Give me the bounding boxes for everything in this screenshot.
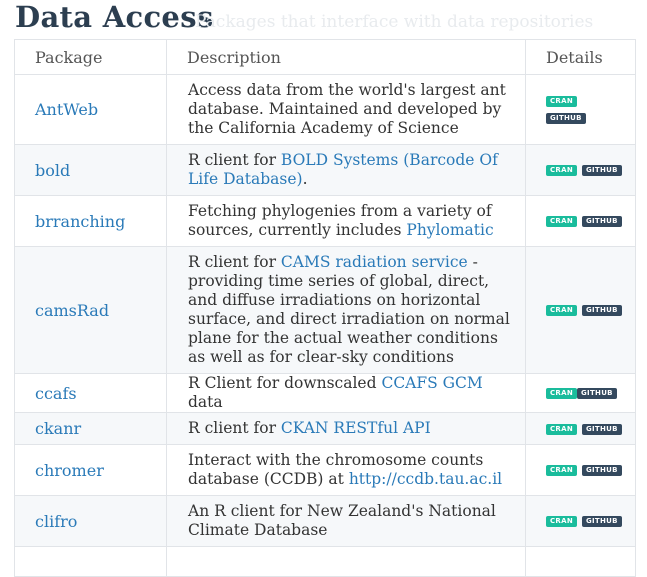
package-link[interactable]: ccafs (14, 373, 167, 413)
description-text: R Client for downscaled (188, 374, 382, 392)
github-badge[interactable]: GITHUB (581, 465, 622, 476)
table-row: brranching Fetching phylogenies from a v… (14, 195, 636, 247)
details-cell: CRAN GITHUB (525, 444, 636, 496)
github-badge[interactable]: GITHUB (581, 305, 622, 316)
page-title: Data Access (15, 0, 214, 34)
details-cell: CRAN GITHUB (525, 373, 636, 413)
package-description: R client for CAMS radiation service - pr… (166, 246, 526, 374)
page-subtitle: Packages that interface with data reposi… (195, 12, 594, 32)
table-row: camsRad R client for CAMS radiation serv… (14, 246, 636, 374)
table-row: bold R client for BOLD Systems (Barcode … (14, 144, 636, 196)
description-link[interactable]: CCAFS GCM (381, 374, 482, 392)
details-cell: CRAN GITHUB (525, 246, 636, 374)
description-link[interactable]: CAMS radiation service (281, 253, 468, 271)
description-text: R client for (188, 419, 281, 437)
details-cell: CRAN GITHUB (525, 495, 636, 547)
details-cell: CRAN GITHUB (525, 195, 636, 247)
details-cell (525, 546, 636, 577)
table-row: ccafs R Client for downscaled CCAFS GCM … (14, 373, 636, 413)
description-text: . (302, 170, 308, 188)
table-row: AntWeb Access data from the world's larg… (14, 74, 636, 145)
cran-badge[interactable]: CRAN (546, 165, 578, 176)
package-link[interactable]: ckanr (14, 412, 167, 445)
table-row (14, 546, 636, 577)
package-link[interactable]: bold (14, 144, 167, 196)
package-description: R client for CKAN RESTful API (166, 412, 526, 445)
description-text: R client for (188, 253, 281, 271)
details-cell: CRAN GITHUB (525, 412, 636, 445)
package-link[interactable]: chromer (14, 444, 167, 496)
table-header-row: Package Description Details (14, 39, 636, 75)
packages-table: Package Description Details AntWeb Acces… (14, 39, 636, 577)
table-row: clifro An R client for New Zealand's Nat… (14, 495, 636, 547)
github-badge[interactable]: GITHUB (577, 388, 617, 399)
github-badge[interactable]: GITHUB (581, 165, 622, 176)
description-link[interactable]: CKAN RESTful API (281, 419, 431, 437)
cran-badge[interactable]: CRAN (546, 423, 578, 435)
column-header-details: Details (525, 39, 636, 75)
details-cell: CRAN GITHUB (525, 74, 636, 145)
package-description: Access data from the world's largest ant… (166, 74, 526, 145)
package-link[interactable]: brranching (14, 195, 167, 247)
details-cell: CRAN GITHUB (525, 144, 636, 196)
column-header-description: Description (166, 39, 526, 75)
github-badge[interactable]: GITHUB (546, 112, 586, 124)
section-header: Data Access Packages that interface with… (0, 0, 647, 38)
package-link[interactable]: camsRad (14, 246, 167, 374)
table-row: ckanr R client for CKAN RESTful API CRAN… (14, 412, 636, 445)
cran-badge[interactable]: CRAN (546, 95, 578, 107)
cran-badge[interactable]: CRAN (546, 216, 578, 227)
package-description: Fetching phylogenies from a variety of s… (166, 195, 526, 247)
description-link[interactable]: http://ccdb.tau.ac.il (349, 470, 502, 488)
package-description: An R client for New Zealand's National C… (166, 495, 526, 547)
cran-badge[interactable]: CRAN (546, 388, 578, 399)
package-description: R client for BOLD Systems (Barcode Of Li… (166, 144, 526, 196)
package-description: Interact with the chromosome counts data… (166, 444, 526, 496)
description-text: R client for (188, 151, 281, 169)
package-link[interactable]: clifro (14, 495, 167, 547)
description-text: data (188, 393, 223, 411)
package-link[interactable]: AntWeb (14, 74, 167, 145)
package-cell (14, 546, 167, 577)
cran-badge[interactable]: CRAN (546, 516, 578, 527)
description-text: Access data from the world's largest ant… (188, 81, 506, 137)
github-badge[interactable]: GITHUB (581, 423, 622, 435)
description-text: An R client for New Zealand's National C… (188, 502, 496, 539)
github-badge[interactable]: GITHUB (581, 216, 622, 227)
github-badge[interactable]: GITHUB (581, 516, 622, 527)
description-link[interactable]: Phylomatic (406, 221, 493, 239)
table-row: chromer Interact with the chromosome cou… (14, 444, 636, 496)
column-header-package: Package (14, 39, 167, 75)
cran-badge[interactable]: CRAN (546, 465, 578, 476)
package-description: R Client for downscaled CCAFS GCM data (166, 373, 526, 413)
cran-badge[interactable]: CRAN (546, 305, 578, 316)
package-description (166, 546, 526, 577)
